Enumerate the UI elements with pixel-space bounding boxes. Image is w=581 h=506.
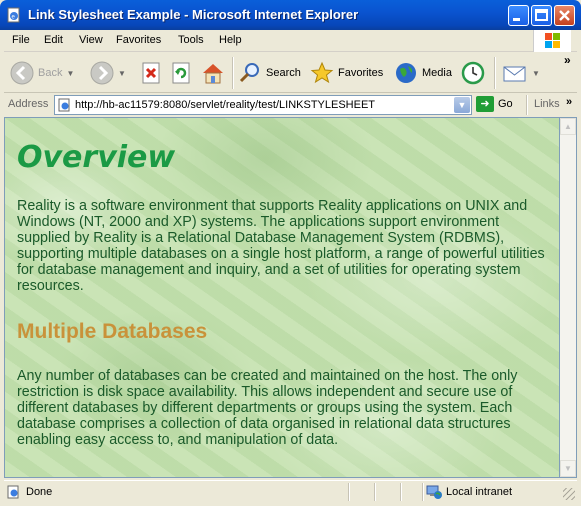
- menu-edit[interactable]: Edit: [44, 34, 63, 46]
- toolbar-overflow-chevron-icon[interactable]: »: [564, 53, 571, 67]
- toolbar-separator: [232, 57, 234, 89]
- ie-page-icon: e: [7, 7, 20, 23]
- media-button[interactable]: Media: [394, 59, 452, 87]
- refresh-icon: [172, 62, 190, 84]
- back-label: Back: [38, 67, 63, 79]
- home-button[interactable]: [200, 59, 226, 87]
- back-button[interactable]: Back ▼: [10, 59, 74, 87]
- stop-button[interactable]: [140, 59, 162, 87]
- status-pane-divider: [374, 483, 376, 501]
- status-pane-divider: [400, 483, 402, 501]
- menu-file[interactable]: File: [12, 34, 30, 46]
- local-intranet-icon: [426, 485, 442, 499]
- status-pane-divider: [348, 483, 350, 501]
- status-bar: Done Local intranet: [4, 480, 577, 502]
- status-pane-divider: [422, 483, 424, 501]
- address-url[interactable]: http://hb-ac11579:8080/servlet/reality/t…: [75, 99, 375, 111]
- menu-favorites[interactable]: Favorites: [116, 34, 161, 46]
- menu-help[interactable]: Help: [219, 34, 242, 46]
- search-label: Search: [266, 67, 301, 79]
- status-text: Done: [26, 486, 53, 498]
- scroll-down-arrow-icon[interactable]: ▼: [560, 460, 576, 477]
- favorites-button[interactable]: Favorites: [310, 59, 383, 87]
- links-chevron-icon[interactable]: »: [566, 96, 572, 108]
- page-icon: [58, 98, 70, 112]
- close-button[interactable]: [554, 5, 575, 26]
- vertical-scrollbar[interactable]: ▲ ▼: [560, 117, 577, 478]
- go-arrow-icon: ➜: [476, 96, 494, 112]
- back-dropdown-icon[interactable]: ▼: [66, 69, 74, 78]
- multiple-databases-paragraph: Any number of databases can be created a…: [17, 368, 518, 448]
- minimize-icon: [513, 18, 520, 21]
- go-button[interactable]: ➜ Go: [476, 96, 513, 112]
- address-dropdown-icon[interactable]: ▼: [454, 97, 470, 113]
- menu-bar: File Edit View Favorites Tools Help: [4, 30, 577, 52]
- security-zone-text: Local intranet: [446, 486, 513, 498]
- forward-button[interactable]: ▼: [90, 59, 126, 87]
- windows-flag-icon: [545, 33, 560, 48]
- history-clock-icon: [461, 61, 485, 85]
- close-icon: [559, 10, 570, 21]
- page-subheading: Multiple Databases: [17, 320, 208, 343]
- refresh-button[interactable]: [170, 59, 192, 87]
- maximize-icon: [535, 9, 548, 21]
- status-page-icon: [7, 485, 19, 499]
- mail-button[interactable]: ▼: [502, 59, 540, 87]
- address-bar: Address http://hb-ac11579:8080/servlet/r…: [4, 94, 577, 116]
- forward-arrow-icon: [90, 61, 114, 85]
- window-title: Link Stylesheet Example - Microsoft Inte…: [28, 7, 359, 22]
- scroll-up-arrow-icon[interactable]: ▲: [560, 118, 576, 135]
- back-arrow-icon: [10, 61, 34, 85]
- mail-dropdown-icon[interactable]: ▼: [532, 69, 540, 78]
- page-heading: Overview: [17, 140, 176, 175]
- title-bar[interactable]: e Link Stylesheet Example - Microsoft In…: [0, 0, 581, 30]
- links-separator: [526, 95, 528, 115]
- home-icon: [203, 64, 223, 84]
- media-globe-icon: [396, 63, 416, 83]
- toolbar-separator-2: [494, 57, 496, 89]
- favorites-label: Favorites: [338, 67, 384, 79]
- forward-dropdown-icon[interactable]: ▼: [118, 69, 126, 78]
- page-content[interactable]: Overview Reality is a software environme…: [4, 117, 560, 478]
- history-button[interactable]: [460, 59, 486, 87]
- standard-toolbar: Back ▼ ▼ Search Favorites Media ▼ »: [4, 53, 577, 93]
- address-input[interactable]: http://hb-ac11579:8080/servlet/reality/t…: [54, 95, 472, 115]
- windows-logo: [533, 30, 571, 52]
- maximize-button[interactable]: [531, 5, 552, 26]
- stop-icon: [142, 62, 160, 84]
- media-label: Media: [422, 67, 452, 79]
- favorites-star-icon: [310, 61, 334, 84]
- search-icon: [239, 63, 259, 83]
- minimize-button[interactable]: [508, 5, 529, 26]
- menu-view[interactable]: View: [79, 34, 103, 46]
- overview-paragraph: Reality is a software environment that s…: [17, 198, 545, 294]
- menu-tools[interactable]: Tools: [178, 34, 204, 46]
- resize-grip[interactable]: [563, 488, 575, 500]
- go-label: Go: [498, 98, 513, 110]
- address-label: Address: [8, 98, 49, 110]
- mail-envelope-icon: [503, 66, 526, 82]
- search-button[interactable]: Search: [238, 59, 301, 87]
- links-button[interactable]: Links: [534, 98, 560, 110]
